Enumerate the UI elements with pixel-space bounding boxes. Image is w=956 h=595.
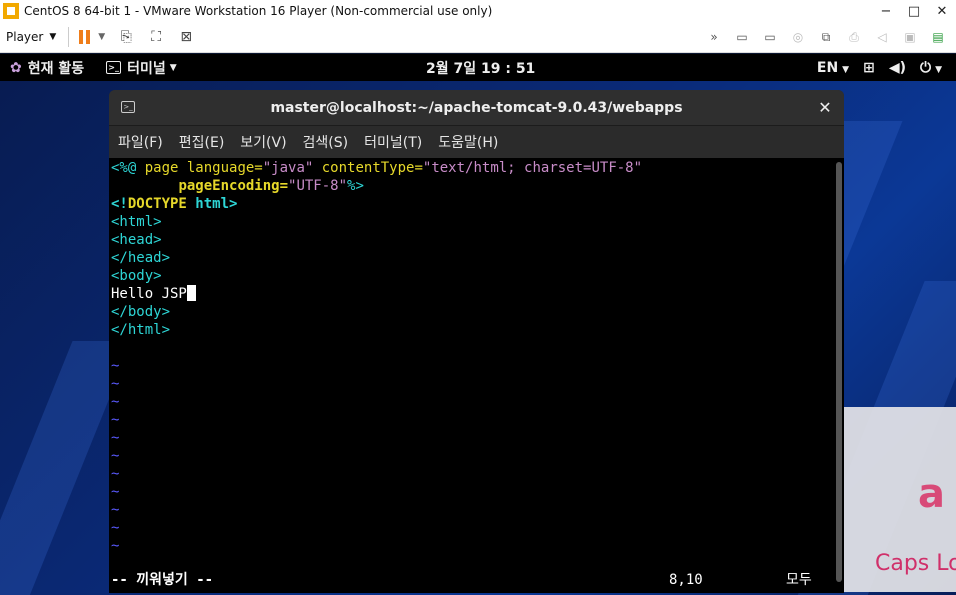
printer-icon[interactable]: ⎙ [843,26,865,48]
activities-label: 현재 활동 [27,60,85,77]
terminal-title: master@localhost:~/apache-tomcat-9.0.43/… [270,99,683,116]
cursor-position: 8,10 [669,572,703,588]
floppy-icon[interactable]: ◎ [787,26,809,48]
minimize-button[interactable]: − [872,0,900,22]
vmware-toolbar: Player ▼ ▼ ⎘ ⛶ ⊠ » ▭ ▭ ◎ ⧉ ⎙ ◁ ▣ ▤ [0,22,956,53]
gnome-top-bar: ✿ 현재 활동 >_ 터미널 ▼ 2월 7일 19 : 51 EN ▼ ⊞ ◀) … [0,54,956,81]
volume-icon[interactable]: ◀) [889,60,906,76]
maximize-button[interactable]: □ [900,0,928,22]
vmware-logo-icon [3,3,19,19]
clock[interactable]: 2월 7일 19 : 51 [426,54,535,81]
more-devices-icon[interactable]: » [703,26,725,48]
code-line: <%@ page language="java" contentType="te… [111,160,643,176]
caps-lock-notification: a Caps Lo [826,407,956,592]
code-line: <head> [111,232,162,248]
vim-status-line: -- 끼워넣기 -- 8,10 모두 [111,570,826,590]
pause-button[interactable] [75,26,94,48]
menu-help[interactable]: 도움말(H) [438,132,498,152]
menu-edit[interactable]: 편집(E) [179,132,225,152]
close-icon[interactable]: ✕ [816,98,834,117]
empty-line-tilde: ~ [111,448,120,464]
terminal-scrollbar[interactable] [836,162,842,582]
notification-partial-text: a [918,471,945,517]
power-icon: ⏻ [920,59,932,76]
usb-device-icon[interactable]: ▣ [899,26,921,48]
empty-line-tilde: ~ [111,430,120,446]
device-icons: » ▭ ▭ ◎ ⧉ ⎙ ◁ ▣ ▤ [700,26,956,48]
window-title: CentOS 8 64-bit 1 - VMware Workstation 1… [24,4,493,18]
network-icon[interactable]: ⊞ [863,60,875,76]
empty-line-tilde: ~ [111,502,120,518]
terminal-header[interactable]: >_ master@localhost:~/apache-tomcat-9.0.… [109,90,844,126]
empty-line-tilde: ~ [111,358,120,374]
chevron-down-icon: ▼ [842,64,850,75]
code-line: </html> [111,322,171,338]
empty-line-tilde: ~ [111,412,120,428]
text-cursor [186,285,196,301]
vim-buffer[interactable]: <%@ page language="java" contentType="te… [111,159,831,555]
terminal-icon: >_ [121,101,135,113]
chevron-down-icon: ▼ [935,64,942,75]
network-adapter-icon[interactable]: ⧉ [815,26,837,48]
code-text: Hello JSP [111,286,187,302]
status-area: EN ▼ ⊞ ◀) ⏻ ▼ [817,54,942,81]
notification-caps-text: Caps Lo [875,551,956,576]
pause-menu-chevron-icon[interactable]: ▼ [98,32,105,42]
code-line: Hello JSP [111,285,831,303]
empty-line-tilde: ~ [111,520,120,536]
app-menu-label: 터미널 [127,60,166,77]
code-line: <html> [111,214,162,230]
app-menu[interactable]: >_ 터미널 ▼ [106,58,177,78]
power-menu[interactable]: ⏻ ▼ [920,60,942,76]
message-log-icon[interactable]: ▤ [927,26,949,48]
scroll-indicator: 모두 [786,572,812,588]
menu-search[interactable]: 검색(S) [303,132,349,152]
gnome-foot-icon: ✿ [10,59,22,76]
cd-drive-icon[interactable]: ▭ [759,26,781,48]
empty-line-tilde: ~ [111,484,120,500]
code-line: </head> [111,250,171,266]
chevron-down-icon: ▼ [49,32,57,42]
player-menu-label: Player [6,30,44,44]
toolbar-divider [68,27,70,47]
terminal-menubar: 파일(F) 편집(E) 보기(V) 검색(S) 터미널(T) 도움말(H) [109,126,844,158]
code-line: <body> [111,268,162,284]
close-button[interactable]: ✕ [928,0,956,22]
activities-button[interactable]: ✿ 현재 활동 [0,58,84,78]
terminal-content[interactable]: <%@ page language="java" contentType="te… [109,158,844,593]
hard-disk-icon[interactable]: ▭ [731,26,753,48]
chevron-down-icon: ▼ [169,62,177,73]
menu-file[interactable]: 파일(F) [118,132,163,152]
unity-mode-icon[interactable]: ⊠ [175,26,197,48]
terminal-window[interactable]: >_ master@localhost:~/apache-tomcat-9.0.… [109,90,844,593]
vmware-title-bar: CentOS 8 64-bit 1 - VMware Workstation 1… [0,0,956,22]
code-line: pageEncoding="UTF-8"%> [178,178,364,194]
player-menu[interactable]: Player ▼ [0,22,62,52]
vim-mode: -- 끼워넣기 -- [111,572,214,588]
sound-card-icon[interactable]: ◁ [871,26,893,48]
fullscreen-icon[interactable]: ⛶ [145,26,167,48]
empty-line-tilde: ~ [111,376,120,392]
menu-terminal[interactable]: 터미널(T) [364,132,422,152]
empty-line-tilde: ~ [111,394,120,410]
input-language-label: EN [816,59,839,76]
send-ctrl-alt-del-icon[interactable]: ⎘ [115,26,137,48]
empty-line-tilde: ~ [111,538,120,554]
input-language-menu[interactable]: EN ▼ [817,60,849,76]
code-line: <!DOCTYPE html> [111,196,238,212]
menu-view[interactable]: 보기(V) [240,132,286,152]
empty-line-tilde: ~ [111,466,120,482]
terminal-icon: >_ [106,61,122,74]
pause-icon [79,30,84,44]
code-line: </body> [111,304,171,320]
